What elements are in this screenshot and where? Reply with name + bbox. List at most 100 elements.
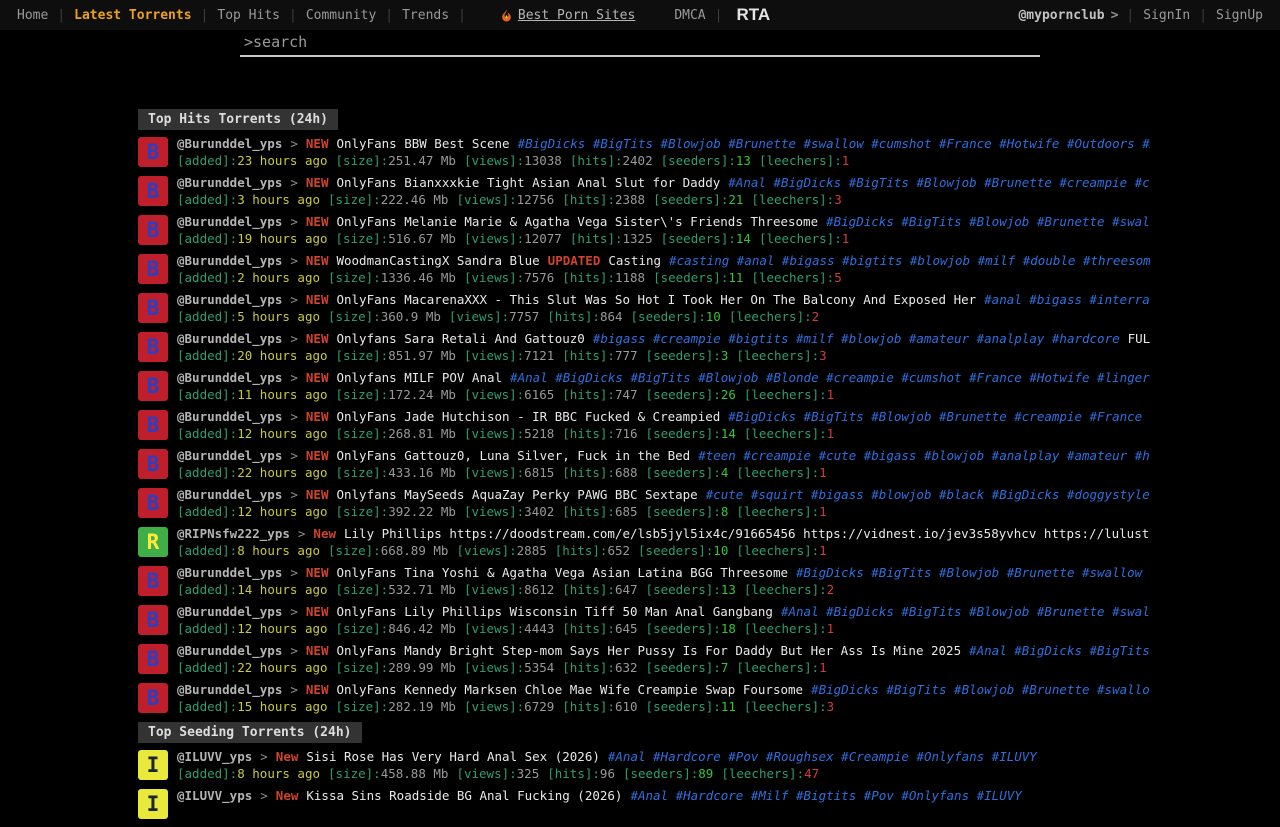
nav-latest-torrents[interactable]: Latest Torrents — [65, 8, 200, 23]
chevron-icon: > — [290, 604, 298, 620]
stat-seeders-value: 11 — [721, 699, 736, 714]
uploader-link[interactable]: @Burunddel_yps — [177, 409, 282, 425]
stat-size-value: 846.42 Mb — [388, 621, 456, 636]
torrent-title[interactable]: WoodmanCastingX Sandra Blue — [336, 253, 539, 269]
uploader-avatar[interactable]: B — [138, 293, 168, 323]
tag-links[interactable]: #BigDicks #BigTits #Blowjob #Brunette #s… — [796, 565, 1150, 581]
uploader-link[interactable]: @Burunddel_yps — [177, 136, 282, 152]
uploader-link[interactable]: @RIPNsfw222_yps — [177, 526, 290, 542]
uploader-link[interactable]: @Burunddel_yps — [177, 487, 282, 503]
uploader-avatar[interactable]: B — [138, 488, 168, 518]
tag-links[interactable]: #teen #creampie #cute #bigass #blowjob #… — [698, 448, 1150, 464]
stat-leechers-value: 1 — [819, 660, 827, 675]
stat-hits: [hits]:652 — [555, 543, 630, 559]
torrent-title[interactable]: Onlyfans Sara Retali And Gattouz0 — [336, 331, 584, 347]
new-badge: NEW — [306, 448, 329, 464]
tag-links[interactable]: #Anal #BigDicks #BigTits #Blowjob #Blond… — [510, 370, 1150, 386]
torrent-title-cont[interactable]: Casting — [608, 253, 661, 269]
uploader-avatar[interactable]: B — [138, 215, 168, 245]
tag-links[interactable]: #casting #anal #bigass #bigtits #blowjob… — [669, 253, 1150, 269]
torrent-title[interactable]: Kissa Sins Roadside BG Anal Fucking (202… — [306, 788, 622, 804]
torrent-title[interactable]: OnlyFans MacarenaXXX - This Slut Was So … — [336, 292, 976, 308]
uploader-link[interactable]: @Burunddel_yps — [177, 253, 282, 269]
torrent-title[interactable]: OnlyFans Jade Hutchison - IR BBC Fucked … — [336, 409, 720, 425]
tag-links[interactable]: #BigDicks #BigTits #Blowjob #Brunette #s… — [826, 214, 1150, 230]
uploader-link[interactable]: @Burunddel_yps — [177, 331, 282, 347]
torrent-row: B @Burunddel_yps > NEW OnlyFans Lily Phi… — [138, 604, 1150, 643]
uploader-avatar[interactable]: B — [138, 605, 168, 635]
account-name[interactable]: @mypornclub — [1018, 8, 1104, 23]
tag-links[interactable]: #Anal #Hardcore #Pov #Roughsex #Creampie… — [608, 749, 1037, 765]
tag-links[interactable]: #BigDicks #BigTits #Blowjob #Brunette #s… — [811, 682, 1150, 698]
uploader-avatar[interactable]: B — [138, 683, 168, 713]
uploader-avatar[interactable]: B — [138, 176, 168, 206]
stat-hits-label: [hits]: — [562, 465, 615, 480]
uploader-link[interactable]: @Burunddel_yps — [177, 448, 282, 464]
uploader-link[interactable]: @ILUVV_yps — [177, 749, 252, 765]
torrent-title[interactable]: OnlyFans Gattouz0, Luna Silver, Fuck in … — [336, 448, 690, 464]
uploader-link[interactable]: @Burunddel_yps — [177, 292, 282, 308]
torrent-title[interactable]: Sisi Rose Has Very Hard Anal Sex (2026) — [306, 749, 600, 765]
signin-button[interactable]: SignIn — [1134, 8, 1199, 23]
uploader-link[interactable]: @Burunddel_yps — [177, 604, 282, 620]
uploader-link[interactable]: @Burunddel_yps — [177, 565, 282, 581]
tag-links[interactable]: #bigass #creampie #bigtits #milf #blowjo… — [593, 331, 1120, 347]
torrent-title[interactable]: Onlyfans MaySeeds AquaZay Perky PAWG BBC… — [336, 487, 697, 503]
torrent-title[interactable]: OnlyFans Tina Yoshi & Agatha Vega Asian … — [336, 565, 788, 581]
uploader-link[interactable]: @Burunddel_yps — [177, 370, 282, 386]
torrent-title[interactable]: OnlyFans Kennedy Marksen Chloe Mae Wife … — [336, 682, 803, 698]
stat-size-label: [size]: — [336, 387, 389, 402]
uploader-avatar[interactable]: B — [138, 371, 168, 401]
torrent-title[interactable]: OnlyFans Bianxxxkie Tight Asian Anal Slu… — [336, 175, 720, 191]
uploader-avatar[interactable]: B — [138, 449, 168, 479]
stat-size-value: 851.97 Mb — [388, 348, 456, 363]
nav-home[interactable]: Home — [8, 8, 57, 23]
nav-trends[interactable]: Trends — [393, 8, 458, 23]
search-input[interactable] — [240, 30, 1040, 57]
tag-links[interactable]: #cute #squirt #bigass #blowjob #black #B… — [706, 487, 1150, 503]
uploader-link[interactable]: @ILUVV_yps — [177, 788, 252, 804]
stat-leechers-value: 1 — [819, 504, 827, 519]
torrent-title[interactable]: Lily Phillips https://doodstream.com/e/l… — [344, 526, 1150, 542]
nav-best-porn-sites[interactable]: Best Porn Sites — [500, 8, 635, 23]
torrent-title[interactable]: OnlyFans BBW Best Scene — [336, 136, 509, 152]
tag-links[interactable]: #BigDicks #BigTits #Blowjob #Brunette #s… — [518, 136, 1150, 152]
account-area: @mypornclub > | SignIn | SignUp — [1018, 8, 1280, 23]
signup-button[interactable]: SignUp — [1207, 8, 1272, 23]
stat-views: [views]:12077 — [464, 231, 562, 247]
tag-links[interactable]: #anal #bigass #interrac… — [984, 292, 1150, 308]
uploader-avatar[interactable]: B — [138, 254, 168, 284]
stat-views-value: 7757 — [509, 309, 539, 324]
torrent-stats-line: [added]:12 hours ago [size]:392.22 Mb [v… — [177, 504, 1150, 520]
tag-links[interactable]: #Anal #BigDicks #BigTits #Blowjob #Brune… — [781, 604, 1150, 620]
torrent-title[interactable]: OnlyFans Melanie Marie & Agatha Vega Sis… — [336, 214, 818, 230]
uploader-link[interactable]: @Burunddel_yps — [177, 682, 282, 698]
nav-community[interactable]: Community — [297, 8, 385, 23]
tag-links[interactable]: #Anal #BigDicks #BigTits … — [969, 643, 1150, 659]
uploader-avatar[interactable]: B — [138, 410, 168, 440]
nav-top-hits[interactable]: Top Hits — [208, 8, 289, 23]
uploader-link[interactable]: @Burunddel_yps — [177, 175, 282, 191]
uploader-avatar[interactable]: B — [138, 566, 168, 596]
torrent-row-text: @Burunddel_yps > NEW OnlyFans BBW Best S… — [177, 136, 1150, 175]
stat-seeders-label: [seeders]: — [646, 660, 721, 675]
uploader-avatar[interactable]: I — [138, 789, 168, 819]
torrent-title[interactable]: OnlyFans Mandy Bright Step-mom Says Her … — [336, 643, 961, 659]
tag-links[interactable]: #BigDicks #BigTits #Blowjob #Brunette #c… — [728, 409, 1150, 425]
tag-links[interactable]: #Anal #Hardcore #Milf #Bigtits #Pov #Onl… — [630, 788, 1021, 804]
uploader-avatar[interactable]: R — [138, 527, 168, 557]
torrent-title[interactable]: Onlyfans MILF POV Anal — [336, 370, 502, 386]
uploader-avatar[interactable]: B — [138, 644, 168, 674]
torrent-row-text: @Burunddel_yps > NEW Onlyfans MaySeeds A… — [177, 487, 1150, 526]
uploader-avatar[interactable]: B — [138, 332, 168, 362]
stat-views: [views]:6729 — [464, 699, 554, 715]
uploader-avatar[interactable]: I — [138, 750, 168, 780]
nav-dmca[interactable]: DMCA — [665, 8, 714, 23]
stat-added: [added]:15 hours ago — [177, 699, 328, 715]
torrent-title[interactable]: OnlyFans Lily Phillips Wisconsin Tiff 50… — [336, 604, 773, 620]
uploader-avatar[interactable]: B — [138, 137, 168, 167]
uploader-link[interactable]: @Burunddel_yps — [177, 214, 282, 230]
uploader-link[interactable]: @Burunddel_yps — [177, 643, 282, 659]
stat-size-value: 458.88 Mb — [381, 766, 449, 781]
tag-links[interactable]: #Anal #BigDicks #BigTits #Blowjob #Brune… — [728, 175, 1150, 191]
